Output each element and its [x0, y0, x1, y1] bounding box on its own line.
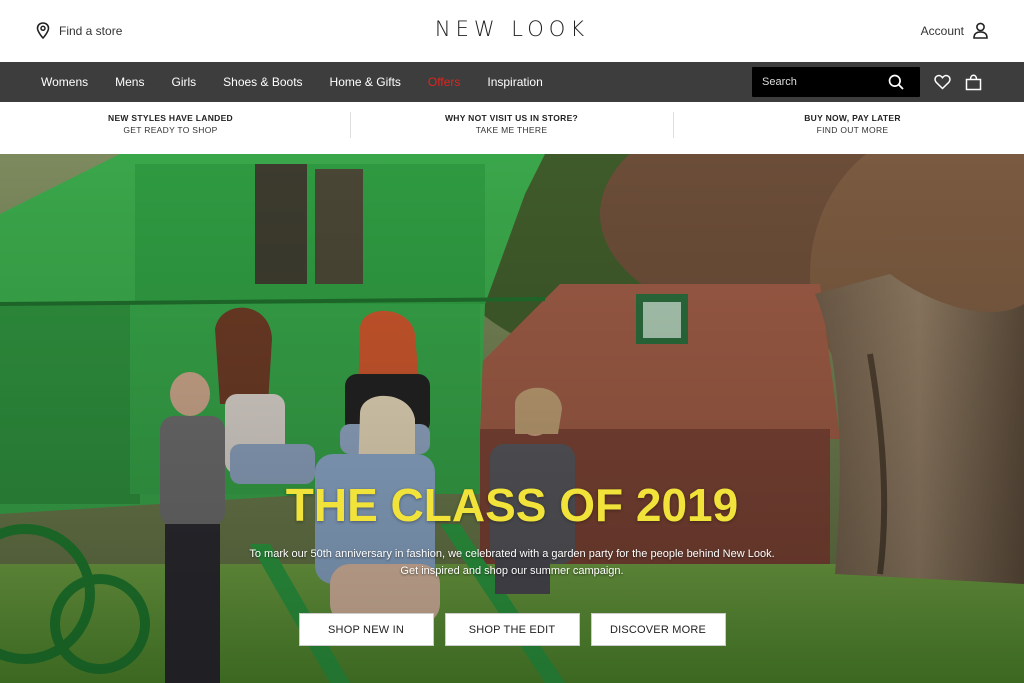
- hero-banner[interactable]: THE CLASS OF 2019 To mark our 50th anniv…: [0, 154, 1024, 683]
- nav-item-home-gifts[interactable]: Home & Gifts: [330, 75, 401, 89]
- promo-new-styles[interactable]: NEW STYLES HAVE LANDED GET READY TO SHOP: [0, 102, 341, 154]
- search-icon[interactable]: [888, 74, 904, 90]
- hero-title: THE CLASS OF 2019: [285, 479, 739, 531]
- promo-divider: [673, 112, 674, 138]
- shop-the-edit-button[interactable]: SHOP THE EDIT: [444, 613, 580, 646]
- account-link[interactable]: Account: [921, 22, 988, 39]
- promo-pay-later[interactable]: BUY NOW, PAY LATER FIND OUT MORE: [682, 102, 1023, 154]
- nav-item-womens[interactable]: Womens: [41, 75, 88, 89]
- promo-title: BUY NOW, PAY LATER: [804, 113, 901, 123]
- shop-new-in-button[interactable]: SHOP NEW IN: [298, 613, 434, 646]
- user-icon: [973, 22, 988, 39]
- hero-subtitle-line1: To mark our 50th anniversary in fashion,…: [249, 548, 775, 560]
- nav-item-girls[interactable]: Girls: [171, 75, 196, 89]
- heart-icon[interactable]: [934, 74, 951, 90]
- promo-visit-store[interactable]: WHY NOT VISIT US IN STORE? TAKE ME THERE: [341, 102, 682, 154]
- main-nav: Womens Mens Girls Shoes & Boots Home & G…: [0, 62, 1024, 102]
- search-bar: [752, 67, 920, 97]
- promo-link[interactable]: FIND OUT MORE: [682, 125, 1023, 135]
- hero-cta-row: SHOP NEW IN SHOP THE EDIT DISCOVER MORE: [0, 613, 1024, 646]
- top-header: Find a store NEW LOOK Account: [0, 0, 1024, 62]
- hero-subtitle-line2: Get inspired and shop our summer campaig…: [400, 565, 624, 577]
- hero-image: [0, 154, 1024, 683]
- promo-strip: NEW STYLES HAVE LANDED GET READY TO SHOP…: [0, 102, 1024, 154]
- nav-menu: Womens Mens Girls Shoes & Boots Home & G…: [41, 62, 570, 102]
- new-look-logo[interactable]: NEW LOOK: [0, 17, 1024, 41]
- discover-more-button[interactable]: DISCOVER MORE: [590, 613, 726, 646]
- promo-divider: [350, 112, 351, 138]
- nav-item-offers[interactable]: Offers: [428, 75, 460, 89]
- promo-link[interactable]: TAKE ME THERE: [341, 125, 682, 135]
- search-input[interactable]: [762, 76, 882, 88]
- account-label: Account: [920, 23, 964, 38]
- promo-title: WHY NOT VISIT US IN STORE?: [444, 113, 579, 123]
- bag-icon[interactable]: [965, 74, 982, 91]
- nav-item-shoes-boots[interactable]: Shoes & Boots: [223, 75, 302, 89]
- nav-item-inspiration[interactable]: Inspiration: [487, 75, 542, 89]
- promo-title: NEW STYLES HAVE LANDED: [108, 113, 233, 123]
- promo-link[interactable]: GET READY TO SHOP: [0, 125, 341, 135]
- nav-item-mens[interactable]: Mens: [115, 75, 144, 89]
